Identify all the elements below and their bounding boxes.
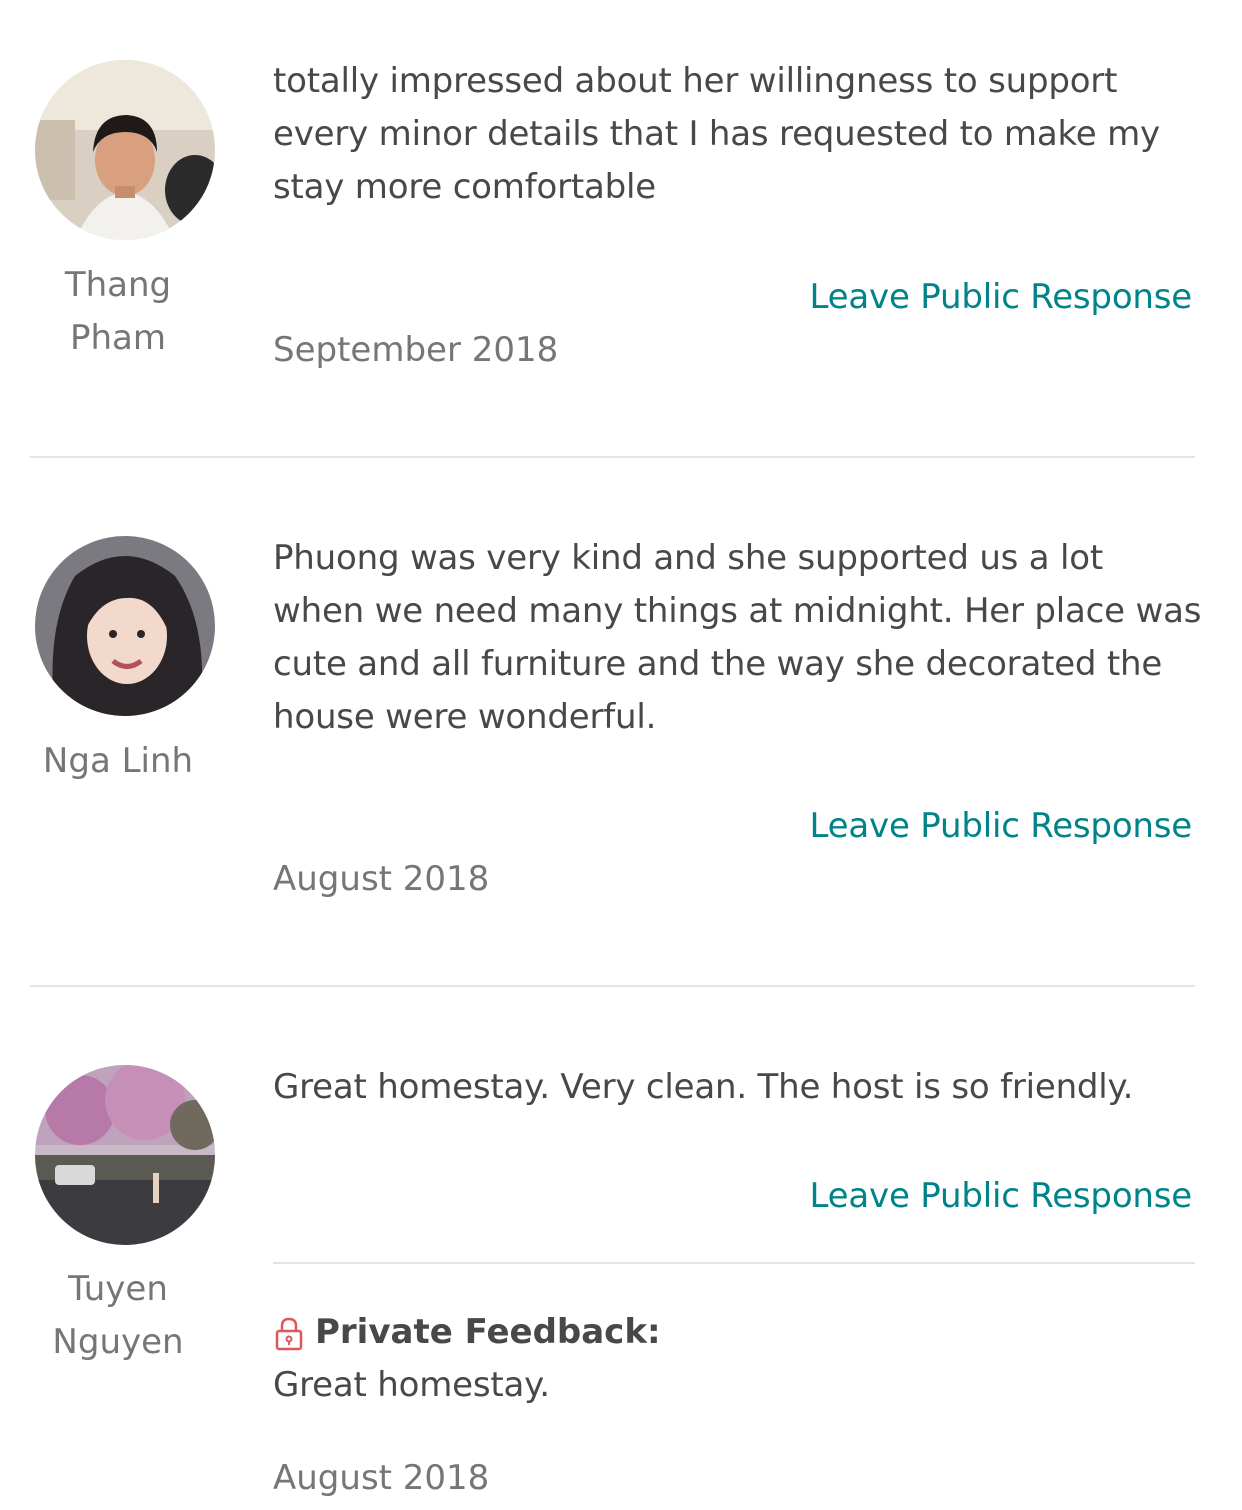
divider xyxy=(273,1262,1195,1264)
reviewer-avatar[interactable] xyxy=(35,536,215,716)
lock-icon xyxy=(273,1315,305,1351)
private-feedback-title: Private Feedback: xyxy=(315,1312,661,1352)
leave-public-response-link[interactable]: Leave Public Response xyxy=(810,271,1193,324)
review-text: totally impressed about her willingness … xyxy=(273,61,1160,207)
avatar-photo-icon xyxy=(35,60,215,240)
avatar-photo-icon xyxy=(35,1065,215,1245)
review-date: August 2018 xyxy=(273,859,490,899)
review-text: Great homestay. Very clean. The host is … xyxy=(273,1067,1134,1107)
divider xyxy=(30,985,1195,987)
private-feedback-label: Private Feedback: xyxy=(273,1306,661,1359)
reviewer-name[interactable]: Thang Pham xyxy=(18,259,218,365)
leave-public-response-link[interactable]: Leave Public Response xyxy=(810,800,1193,853)
reviewer-name[interactable]: Tuyen Nguyen xyxy=(18,1263,218,1369)
reviewer-name[interactable]: Nga Linh xyxy=(18,735,218,788)
reviewer-avatar[interactable] xyxy=(35,1065,215,1245)
divider xyxy=(30,456,1195,458)
review-date: August 2018 xyxy=(273,1458,490,1498)
review-text: Phuong was very kind and she supported u… xyxy=(273,538,1202,737)
leave-public-response-link[interactable]: Leave Public Response xyxy=(810,1170,1193,1223)
review-date: September 2018 xyxy=(273,330,559,370)
reviewer-avatar[interactable] xyxy=(35,60,215,240)
avatar-photo-icon xyxy=(35,536,215,716)
private-feedback-text: Great homestay. xyxy=(273,1365,550,1405)
